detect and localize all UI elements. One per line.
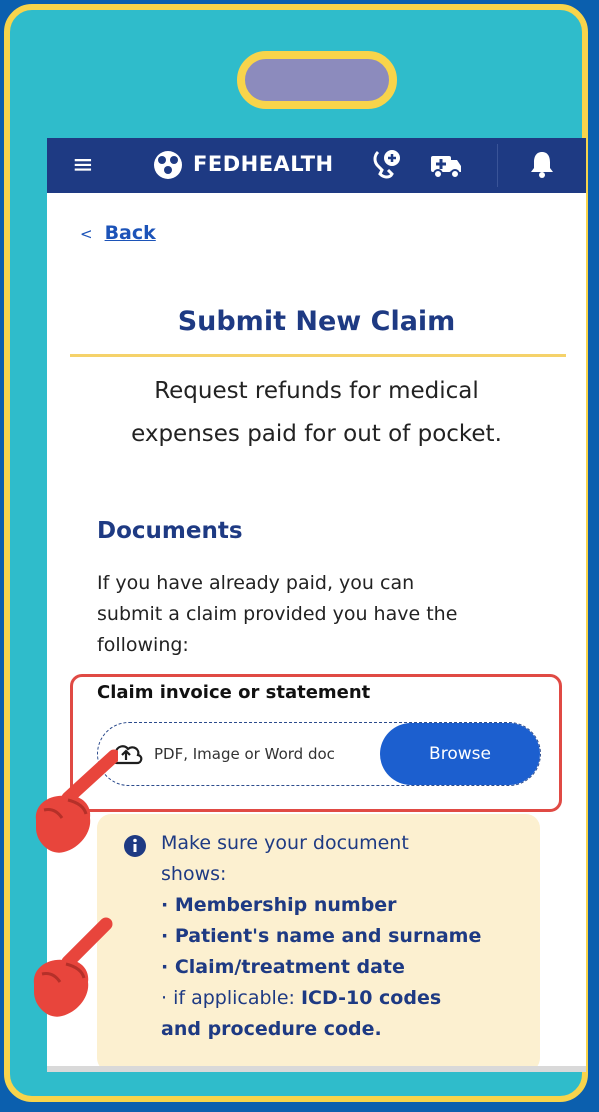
description-line: following: — [97, 634, 189, 656]
chevron-left-icon: < — [80, 225, 93, 243]
documents-description: If you have already paid, you can submit… — [97, 568, 557, 661]
documents-heading: Documents — [97, 518, 243, 544]
screen-bottom-edge — [47, 1066, 586, 1072]
requirement-item: · Patient's name and surname — [161, 925, 482, 947]
upload-placeholder: PDF, Image or Word doc — [154, 745, 335, 763]
description-line: submit a claim provided you have the — [97, 603, 458, 625]
page-subtitle: Request refunds for medical expenses pai… — [67, 370, 566, 456]
claim-invoice-label: Claim invoice or statement — [97, 682, 371, 703]
topbar-divider — [497, 144, 498, 187]
top-navigation-bar: ≡ FEDHEALTH — [47, 138, 586, 193]
title-underline — [70, 354, 566, 357]
requirements-intro: Make sure your document — [161, 832, 409, 854]
info-icon — [123, 834, 147, 862]
requirement-bold: ICD-10 codes — [300, 987, 442, 1009]
requirement-prefix: · if applicable: — [161, 987, 301, 1009]
back-label[interactable]: Back — [105, 222, 156, 244]
brand-name[interactable]: FEDHEALTH — [193, 152, 334, 176]
requirement-item: · if applicable: ICD-10 codes — [161, 983, 521, 1014]
subtitle-line: expenses paid for out of pocket. — [131, 421, 502, 447]
requirement-item: · Membership number — [161, 894, 397, 916]
document-requirements-box: Make sure your document shows: · Members… — [97, 814, 540, 1072]
medical-assist-icon[interactable] — [372, 148, 402, 184]
subtitle-line: Request refunds for medical — [154, 378, 479, 404]
requirement-item: and procedure code. — [161, 1018, 382, 1040]
bell-icon[interactable] — [529, 149, 555, 183]
requirement-item: · Claim/treatment date — [161, 956, 405, 978]
requirements-list: Make sure your document shows: · Members… — [161, 828, 521, 1045]
browse-button[interactable]: Browse — [380, 723, 540, 785]
page-title: Submit New Claim — [177, 306, 456, 337]
pointing-hand-icon — [28, 748, 121, 872]
ambulance-icon[interactable] — [429, 150, 463, 184]
phone-speaker — [237, 51, 397, 109]
hamburger-menu-icon[interactable]: ≡ — [72, 150, 94, 180]
requirements-intro: shows: — [161, 863, 227, 885]
fedhealth-logo-icon — [148, 148, 188, 186]
app-screen: ≡ FEDHEALTH < Back Submit New Claim Requ… — [47, 138, 586, 1072]
back-link[interactable]: < Back — [80, 222, 156, 244]
description-line: If you have already paid, you can — [97, 572, 415, 594]
file-upload-field[interactable]: PDF, Image or Word doc Browse — [97, 722, 541, 786]
pointing-hand-icon — [26, 916, 116, 1035]
